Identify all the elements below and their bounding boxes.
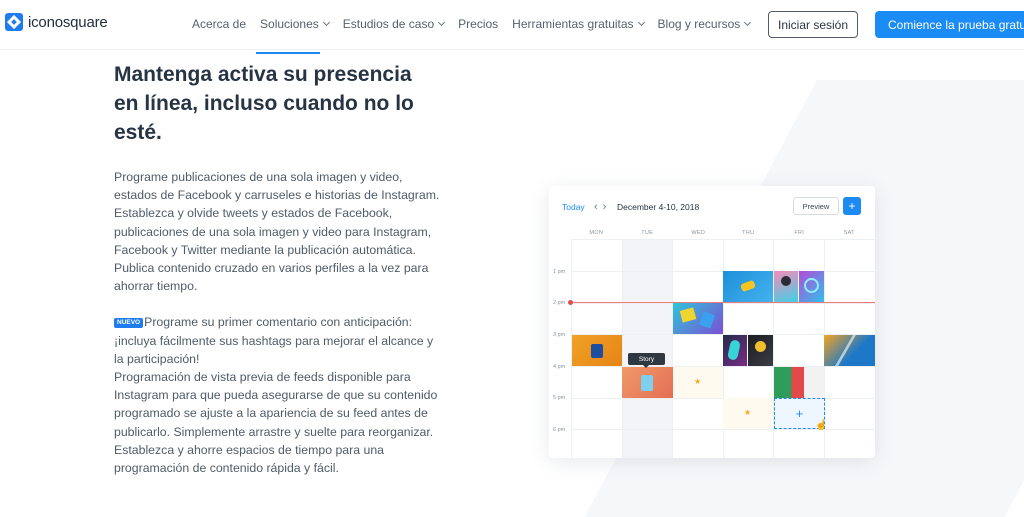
hour-label: 5 pm bbox=[553, 395, 566, 401]
star-icon: ★ bbox=[744, 408, 752, 417]
today-button[interactable]: Today bbox=[562, 202, 585, 212]
nav-item-about[interactable]: Acerca de bbox=[192, 17, 246, 31]
brand-logo[interactable]: iconosquare bbox=[5, 13, 108, 31]
feature-text: Programe publicaciones de una sola image… bbox=[114, 170, 440, 203]
new-badge: NUEVO bbox=[114, 318, 144, 329]
iconosquare-logo-icon bbox=[5, 13, 23, 31]
nav-label: Precios bbox=[458, 17, 499, 31]
page-headline: Mantenga activa su presencia en línea, i… bbox=[114, 63, 414, 144]
hour-label: 1 pm bbox=[553, 269, 566, 275]
active-nav-underline bbox=[256, 52, 320, 54]
feature-text: Programe su primer comentario con antici… bbox=[114, 315, 434, 366]
free-trial-button[interactable]: Comience la prueba gratuita bbox=[875, 11, 1024, 38]
scheduled-post-thumbnail[interactable] bbox=[774, 271, 798, 302]
current-time-line bbox=[571, 302, 875, 303]
date-range: December 4-10, 2018 bbox=[617, 202, 700, 212]
hour-label: 3 pm bbox=[553, 332, 566, 338]
hand-cursor-icon: ☝ bbox=[815, 420, 828, 431]
login-button[interactable]: Iniciar sesión bbox=[768, 11, 858, 38]
scheduled-post-thumbnail[interactable] bbox=[799, 271, 824, 302]
star-icon: ★ bbox=[694, 377, 702, 386]
chevron-down-icon bbox=[438, 18, 446, 27]
nav-item-solutions[interactable]: Soluciones bbox=[260, 17, 330, 31]
scheduled-post-thumbnail[interactable] bbox=[723, 271, 773, 302]
plus-icon[interactable]: + bbox=[843, 197, 861, 215]
chevron-down-icon bbox=[322, 18, 330, 27]
nav-label: Acerca de bbox=[192, 17, 247, 31]
scheduled-post-thumbnail[interactable] bbox=[723, 335, 747, 366]
day-header: MON bbox=[589, 230, 604, 236]
nav-item-case-studies[interactable]: Estudios de caso bbox=[342, 17, 446, 31]
nav-item-pricing[interactable]: Precios bbox=[458, 17, 498, 31]
chevron-down-icon bbox=[637, 18, 645, 27]
plus-icon: + bbox=[795, 406, 804, 421]
nav-label: Estudios de caso bbox=[342, 17, 435, 31]
nav-label: Soluciones bbox=[260, 17, 319, 31]
day-header: THU bbox=[742, 230, 755, 236]
nav-label: Herramientas gratuitas bbox=[512, 17, 634, 31]
chevron-down-icon bbox=[744, 18, 752, 27]
feature-text: Programación de vista previa de feeds di… bbox=[114, 370, 438, 439]
day-header: FRI bbox=[794, 230, 805, 236]
scheduler-calendar: Today ‹› December 4-10, 2018 Preview + M… bbox=[549, 186, 875, 458]
nav-item-free-tools[interactable]: Herramientas gratuitas bbox=[512, 17, 645, 31]
logo-text: iconosquare bbox=[28, 13, 108, 31]
current-time-dot bbox=[568, 300, 573, 305]
feature-text: Establezca y ahorre espacios de tiempo p… bbox=[114, 442, 385, 476]
scheduled-story-thumbnail[interactable] bbox=[622, 367, 673, 398]
nav-item-blog[interactable]: Blog y recursos bbox=[657, 17, 752, 31]
feature-text: Establezca y olvide tweets y estados de … bbox=[114, 206, 432, 257]
hour-label: 2 pm bbox=[553, 300, 566, 306]
hour-label: 4 pm bbox=[553, 364, 566, 370]
nav-label: Blog y recursos bbox=[657, 17, 741, 31]
story-tooltip: Story bbox=[628, 353, 665, 368]
day-header: TUE bbox=[641, 230, 654, 236]
feature-text-first-comment: NUEVO Programe su primer comentario con a… bbox=[114, 313, 444, 368]
day-header: SAT bbox=[843, 230, 855, 236]
top-navigation-bar: iconosquare Acerca de Soluciones Estudio… bbox=[0, 0, 1024, 50]
scheduled-post-thumbnail[interactable] bbox=[774, 367, 824, 398]
main-nav: Acerca de Soluciones Estudios de caso Pr… bbox=[192, 17, 764, 31]
day-header: WED bbox=[691, 230, 706, 236]
hour-label: 6 pm bbox=[553, 427, 566, 433]
week-nav-arrows[interactable]: ‹› bbox=[594, 201, 611, 213]
scheduled-post-thumbnail[interactable] bbox=[673, 303, 723, 334]
preview-button[interactable]: Preview bbox=[793, 197, 839, 215]
feature-text: Publica contenido cruzado en varios perf… bbox=[114, 261, 429, 294]
calendar-header: Today ‹› December 4-10, 2018 Preview + bbox=[549, 186, 875, 228]
feature-description: Programe publicaciones de una sola image… bbox=[114, 168, 444, 477]
scheduled-post-thumbnail[interactable] bbox=[824, 335, 875, 366]
scheduled-post-thumbnail[interactable] bbox=[748, 335, 773, 366]
scheduled-post-thumbnail[interactable] bbox=[572, 335, 622, 366]
